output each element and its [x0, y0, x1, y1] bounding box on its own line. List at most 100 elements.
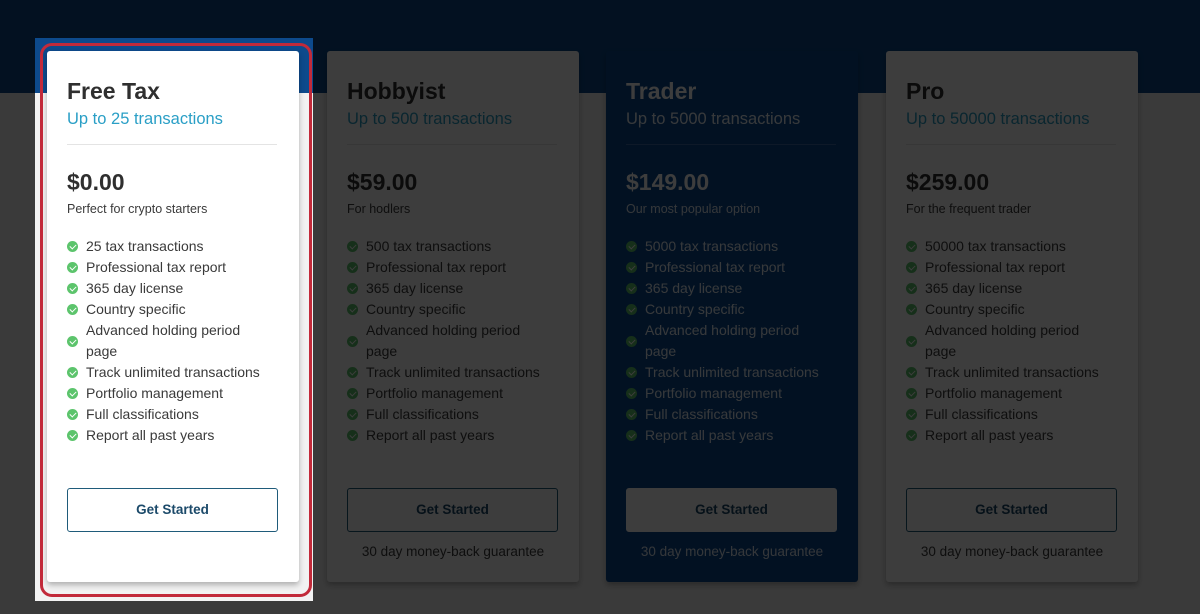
check-circle-icon	[347, 409, 358, 420]
feature-item: 500 tax transactions	[347, 236, 557, 257]
check-circle-icon	[626, 430, 637, 441]
divider	[626, 144, 836, 145]
feature-item: Portfolio management	[906, 383, 1116, 404]
feature-item: 365 day license	[906, 278, 1116, 299]
feature-item: Report all past years	[906, 425, 1116, 446]
feature-item: Report all past years	[347, 425, 557, 446]
check-circle-icon	[626, 241, 637, 252]
feature-item: Full classifications	[67, 404, 277, 425]
feature-item: Country specific	[906, 299, 1116, 320]
feature-item: 5000 tax transactions	[626, 236, 836, 257]
guarantee-text: 30 day money-back guarantee	[920, 544, 1104, 559]
plan-limit: Up to 50000 transactions	[906, 110, 1090, 128]
feature-item: Full classifications	[906, 404, 1116, 425]
check-circle-icon	[626, 388, 637, 399]
feature-item: Professional tax report	[906, 257, 1116, 278]
plan-limit: Up to 25 transactions	[67, 110, 223, 128]
check-circle-icon	[626, 283, 637, 294]
check-circle-icon	[67, 430, 78, 441]
plan-card-free-tax: Free Tax Up to 25 transactions $0.00 Per…	[47, 51, 299, 582]
feature-item: Professional tax report	[626, 257, 836, 278]
check-circle-icon	[347, 335, 358, 347]
feature-item: Report all past years	[67, 425, 277, 446]
feature-item: Advanced holding period page	[67, 320, 277, 362]
check-circle-icon	[347, 430, 358, 441]
feature-item: Full classifications	[347, 404, 557, 425]
feature-item: Track unlimited transactions	[626, 362, 836, 383]
pricing-plans: Free Tax Up to 25 transactions $0.00 Per…	[0, 0, 1200, 614]
check-circle-icon	[906, 283, 917, 294]
check-circle-icon	[906, 409, 917, 420]
feature-item: Country specific	[347, 299, 557, 320]
feature-list: 5000 tax transactions Professional tax r…	[626, 236, 838, 446]
plan-price: $259.00	[906, 169, 990, 195]
feature-item: Track unlimited transactions	[347, 362, 557, 383]
plan-price: $59.00	[347, 169, 418, 195]
check-circle-icon	[347, 304, 358, 315]
check-circle-icon	[626, 367, 637, 378]
check-circle-icon	[347, 367, 358, 378]
check-circle-icon	[626, 262, 637, 273]
check-circle-icon	[906, 388, 917, 399]
feature-item: Professional tax report	[347, 257, 557, 278]
check-circle-icon	[906, 304, 917, 315]
feature-item: Professional tax report	[67, 257, 277, 278]
check-circle-icon	[906, 262, 917, 273]
feature-item: 50000 tax transactions	[906, 236, 1116, 257]
check-circle-icon	[906, 367, 917, 378]
feature-item: 365 day license	[347, 278, 557, 299]
feature-item: Track unlimited transactions	[906, 362, 1116, 383]
feature-item: Track unlimited transactions	[67, 362, 277, 383]
plan-name: Trader	[626, 78, 697, 104]
feature-item: Portfolio management	[67, 383, 277, 404]
get-started-button[interactable]: Get Started	[347, 488, 558, 532]
feature-item: 25 tax transactions	[67, 236, 277, 257]
feature-item: Advanced holding period page	[906, 320, 1116, 362]
feature-list: 25 tax transactions Professional tax rep…	[67, 236, 279, 446]
feature-item: Full classifications	[626, 404, 836, 425]
check-circle-icon	[67, 283, 78, 294]
check-circle-icon	[67, 367, 78, 378]
plan-price: $149.00	[626, 169, 710, 195]
divider	[347, 144, 557, 145]
plan-card-trader: Trader Up to 5000 transactions $149.00 O…	[606, 51, 858, 582]
check-circle-icon	[347, 388, 358, 399]
check-circle-icon	[67, 304, 78, 315]
plan-price: $0.00	[67, 169, 125, 195]
plan-limit: Up to 5000 transactions	[626, 110, 801, 128]
check-circle-icon	[626, 304, 637, 315]
check-circle-icon	[67, 409, 78, 420]
plan-tagline: For hodlers	[347, 202, 411, 216]
feature-item: 365 day license	[67, 278, 277, 299]
check-circle-icon	[626, 335, 637, 347]
check-circle-icon	[906, 241, 917, 252]
plan-tagline: For the frequent trader	[906, 202, 1032, 216]
divider	[67, 144, 277, 145]
check-circle-icon	[906, 335, 917, 347]
check-circle-icon	[67, 262, 78, 273]
get-started-button[interactable]: Get Started	[626, 488, 837, 532]
guarantee-text: 30 day money-back guarantee	[361, 544, 545, 559]
check-circle-icon	[67, 241, 78, 252]
plan-card-pro: Pro Up to 50000 transactions $259.00 For…	[886, 51, 1138, 582]
plan-card-hobbyist: Hobbyist Up to 500 transactions $59.00 F…	[327, 51, 579, 582]
plan-tagline: Perfect for crypto starters	[67, 202, 208, 216]
check-circle-icon	[906, 430, 917, 441]
feature-item: Report all past years	[626, 425, 836, 446]
feature-item: Country specific	[67, 299, 277, 320]
feature-item: Advanced holding period page	[626, 320, 836, 362]
guarantee-text: 30 day money-back guarantee	[640, 544, 824, 559]
feature-list: 500 tax transactions Professional tax re…	[347, 236, 559, 446]
check-circle-icon	[347, 241, 358, 252]
feature-list: 50000 tax transactions Professional tax …	[906, 236, 1118, 446]
get-started-button[interactable]: Get Started	[906, 488, 1117, 532]
plan-name: Pro	[906, 78, 945, 104]
divider	[906, 144, 1116, 145]
feature-item: Country specific	[626, 299, 836, 320]
check-circle-icon	[67, 388, 78, 399]
feature-item: 365 day license	[626, 278, 836, 299]
feature-item: Advanced holding period page	[347, 320, 557, 362]
check-circle-icon	[347, 283, 358, 294]
get-started-button[interactable]: Get Started	[67, 488, 278, 532]
feature-item: Portfolio management	[347, 383, 557, 404]
